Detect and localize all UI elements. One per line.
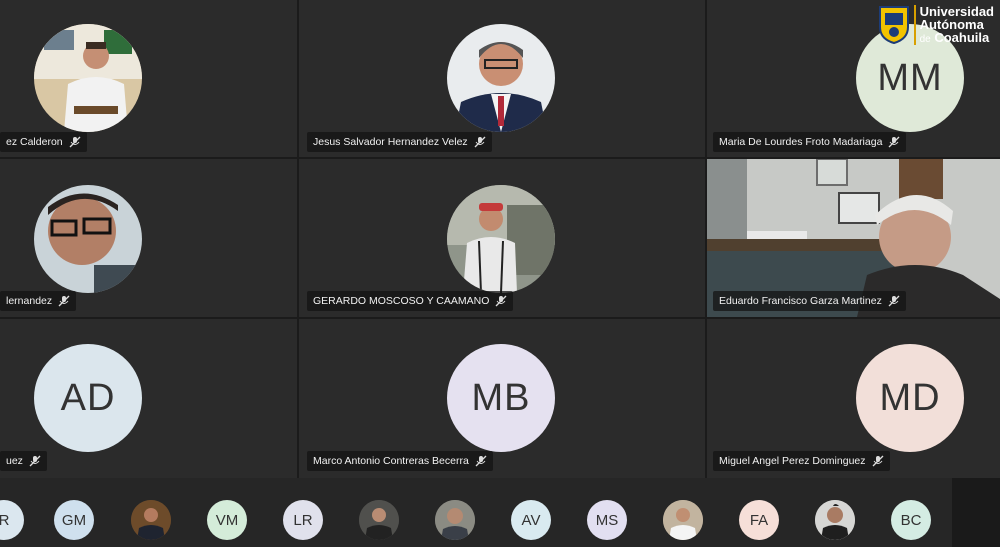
participant-photo bbox=[815, 500, 855, 540]
participant-initials-avatar: MD bbox=[856, 344, 964, 452]
participant-thumb[interactable]: MS bbox=[587, 500, 627, 540]
logo-line-3-prefix: de bbox=[919, 33, 931, 45]
mic-muted-icon bbox=[69, 136, 81, 148]
participant-initials-avatar: AD bbox=[34, 344, 142, 452]
university-crest-icon bbox=[878, 6, 909, 45]
mic-muted-icon bbox=[495, 295, 507, 307]
participant-video-tile[interactable]: Eduardo Francisco Garza Martinez bbox=[707, 159, 1000, 317]
participant-name-tag: Marco Antonio Contreras Becerra bbox=[307, 451, 493, 471]
participant-thumb[interactable]: GM bbox=[54, 500, 94, 540]
participant-thumb-photo[interactable] bbox=[815, 500, 855, 540]
participant-name-tag: Jesus Salvador Hernandez Velez bbox=[307, 132, 492, 152]
participant-name: Marco Antonio Contreras Becerra bbox=[313, 455, 469, 467]
participant-name: GERARDO MOSCOSO Y CAAMANO bbox=[313, 295, 490, 307]
participant-avatar bbox=[34, 185, 142, 293]
participant-name-tag: lernandez bbox=[0, 291, 77, 311]
mic-muted-icon bbox=[888, 136, 900, 148]
participant-tile[interactable]: MB Marco Antonio Contreras Becerra bbox=[299, 319, 705, 478]
logo-line-3: Coahuila bbox=[934, 29, 990, 45]
university-logo: Universidad Autónoma de Coahuila bbox=[878, 2, 994, 48]
participant-thumb-photo[interactable] bbox=[663, 500, 703, 540]
participant-name-tag: GERARDO MOSCOSO Y CAAMANO bbox=[307, 291, 514, 311]
participant-tile[interactable]: ez Calderon bbox=[0, 0, 297, 157]
mic-muted-icon bbox=[475, 455, 487, 467]
participant-name: lernandez bbox=[6, 295, 53, 307]
participant-tile[interactable]: Jesus Salvador Hernandez Velez bbox=[299, 0, 705, 157]
participant-photo bbox=[447, 185, 555, 293]
participant-name: uez bbox=[6, 455, 23, 467]
participant-name: Miguel Angel Perez Dominguez bbox=[719, 455, 866, 467]
participant-strip-track: R GM VM LR AV MS FA BC bbox=[0, 478, 952, 547]
participant-thumb-photo[interactable] bbox=[359, 500, 399, 540]
participant-name: Jesus Salvador Hernandez Velez bbox=[313, 136, 468, 148]
participant-name-tag: uez bbox=[0, 451, 47, 471]
participant-thumb-photo[interactable] bbox=[131, 500, 171, 540]
participant-tile[interactable]: GERARDO MOSCOSO Y CAAMANO bbox=[299, 159, 705, 317]
participant-avatar bbox=[447, 24, 555, 132]
participant-photo bbox=[34, 24, 142, 132]
participant-thumb[interactable]: AV bbox=[511, 500, 551, 540]
participant-thumb[interactable]: FA bbox=[739, 500, 779, 540]
participant-name: ez Calderon bbox=[6, 136, 63, 148]
participant-name-tag: Miguel Angel Perez Dominguez bbox=[713, 451, 890, 471]
participant-initials: AD bbox=[60, 376, 116, 419]
participant-initials: MM bbox=[877, 56, 943, 99]
logo-line-1: Universidad bbox=[919, 3, 994, 19]
participant-photo bbox=[34, 185, 142, 293]
participant-name-tag: Eduardo Francisco Garza Martinez bbox=[713, 291, 906, 311]
participant-photo bbox=[447, 24, 555, 132]
participant-photo bbox=[435, 500, 475, 540]
logo-text: Universidad Autónoma de Coahuila bbox=[920, 5, 994, 46]
participant-strip: R GM VM LR AV MS FA BC bbox=[0, 478, 1000, 547]
participant-tile[interactable]: MD Miguel Angel Perez Dominguez bbox=[707, 319, 1000, 478]
mic-muted-icon bbox=[888, 295, 900, 307]
participant-thumb[interactable]: R bbox=[0, 500, 24, 540]
participant-photo bbox=[663, 500, 703, 540]
mic-muted-icon bbox=[474, 136, 486, 148]
participant-name-tag: ez Calderon bbox=[0, 132, 87, 152]
mic-muted-icon bbox=[29, 455, 41, 467]
participant-thumb[interactable]: VM bbox=[207, 500, 247, 540]
participant-thumb[interactable]: BC bbox=[891, 500, 931, 540]
mic-muted-icon bbox=[872, 455, 883, 467]
participant-initials-avatar: MB bbox=[447, 344, 555, 452]
participant-tile[interactable]: AD uez bbox=[0, 319, 297, 478]
participant-photo bbox=[131, 500, 171, 540]
participant-avatar bbox=[34, 24, 142, 132]
mic-muted-icon bbox=[58, 295, 70, 307]
participant-initials: MD bbox=[879, 376, 941, 419]
participant-name: Maria De Lourdes Froto Madariaga bbox=[719, 136, 883, 148]
participant-photo bbox=[359, 500, 399, 540]
logo-divider bbox=[913, 5, 916, 45]
participant-name-tag: Maria De Lourdes Froto Madariaga bbox=[713, 132, 907, 152]
participant-thumb[interactable]: LR bbox=[283, 500, 323, 540]
participant-name: Eduardo Francisco Garza Martinez bbox=[719, 295, 882, 307]
participant-thumb-photo[interactable] bbox=[435, 500, 475, 540]
participant-avatar bbox=[447, 185, 555, 293]
video-grid: ez Calderon Jesus Salvador Hernandez Vel… bbox=[0, 0, 1000, 478]
participant-tile[interactable]: lernandez bbox=[0, 159, 297, 317]
participant-initials: MB bbox=[471, 376, 531, 419]
